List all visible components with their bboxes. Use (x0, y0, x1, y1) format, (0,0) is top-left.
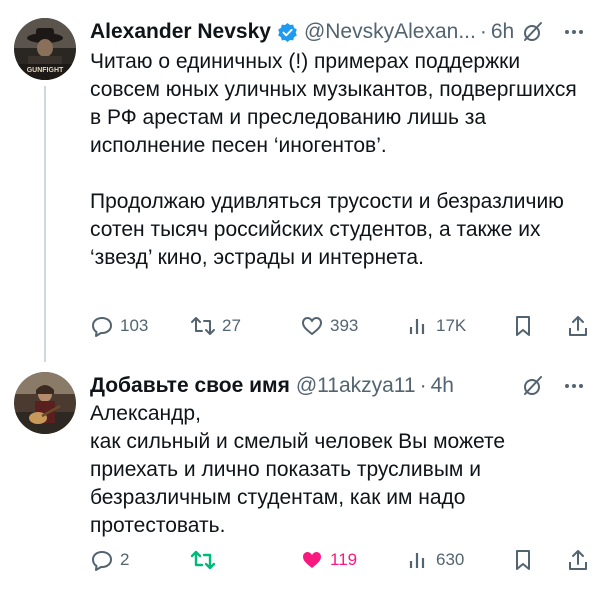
tweet-1-actions: 103 27 393 17K (90, 310, 590, 342)
views-count: 630 (436, 550, 465, 569)
author-name[interactable]: Добавьте свое имя (90, 374, 290, 398)
reply-button[interactable]: 103 (90, 314, 148, 338)
repost-icon (191, 317, 215, 335)
author-handle[interactable]: @NevskyAlexan... (304, 20, 476, 44)
author-handle[interactable]: @11akzya11 (296, 374, 416, 398)
verified-badge-icon (278, 22, 297, 42)
author-name[interactable]: Alexander Nevsky (90, 20, 271, 44)
like-icon (302, 317, 322, 335)
bookmark-icon (516, 316, 530, 336)
grok-icon[interactable] (521, 374, 545, 398)
tweet-1-text: Читаю о единичных (!) примерах поддержки… (90, 50, 577, 269)
views-count: 17K (436, 316, 467, 335)
like-button[interactable]: 393 (300, 314, 358, 338)
repost-count: 27 (222, 316, 241, 335)
share-button[interactable] (566, 314, 590, 338)
like-count: 119 (330, 550, 358, 569)
share-button[interactable] (566, 548, 590, 572)
timestamp[interactable]: 6h (491, 20, 514, 44)
grok-icon[interactable] (521, 20, 545, 44)
repost-icon (190, 550, 216, 570)
views-icon (409, 553, 425, 568)
repost-button[interactable]: 27 (190, 314, 241, 338)
bookmark-button[interactable] (512, 548, 534, 572)
reply-count: 103 (120, 316, 149, 335)
reply-count: 2 (120, 550, 130, 569)
share-icon (569, 316, 587, 336)
reply-button[interactable]: 2 (90, 548, 129, 572)
avatar-user[interactable] (14, 372, 76, 434)
more-icon[interactable] (563, 21, 585, 43)
thread-line (44, 86, 46, 362)
timestamp[interactable]: 4h (431, 374, 454, 398)
tweet-1[interactable]: GUNFIGHT Alexander Nevsky @NevskyAlexan.… (0, 0, 595, 362)
tweet-2-actions: 2 119 630 (90, 544, 590, 576)
like-count: 393 (330, 316, 359, 335)
tweet-2-header: Добавьте свое имя @11akzya11 · 4h (90, 370, 585, 402)
views-icon (409, 319, 425, 334)
tweet-2[interactable]: Добавьте свое имя @11akzya11 · 4h Алекса… (0, 360, 595, 600)
reply-icon (92, 551, 112, 571)
tweet-2-text: Александр, как сильный и смелый человек … (90, 402, 506, 537)
reply-icon (92, 317, 112, 337)
separator-dot: · (419, 374, 427, 397)
avatar-alexander-nevsky[interactable]: GUNFIGHT (14, 18, 76, 80)
views-button[interactable]: 17K (408, 314, 466, 338)
like-button[interactable]: 119 (300, 548, 357, 572)
separator-dot: · (479, 20, 487, 43)
views-button[interactable]: 630 (408, 548, 464, 572)
bookmark-icon (516, 550, 530, 570)
bookmark-button[interactable] (512, 314, 534, 338)
repost-button[interactable] (190, 548, 216, 572)
more-icon[interactable] (563, 375, 585, 397)
tweet-1-header: Alexander Nevsky @NevskyAlexan... · 6h (90, 16, 585, 48)
avatar-logo-text: GUNFIGHT (27, 67, 64, 74)
like-icon (303, 552, 321, 568)
share-icon (569, 550, 587, 570)
